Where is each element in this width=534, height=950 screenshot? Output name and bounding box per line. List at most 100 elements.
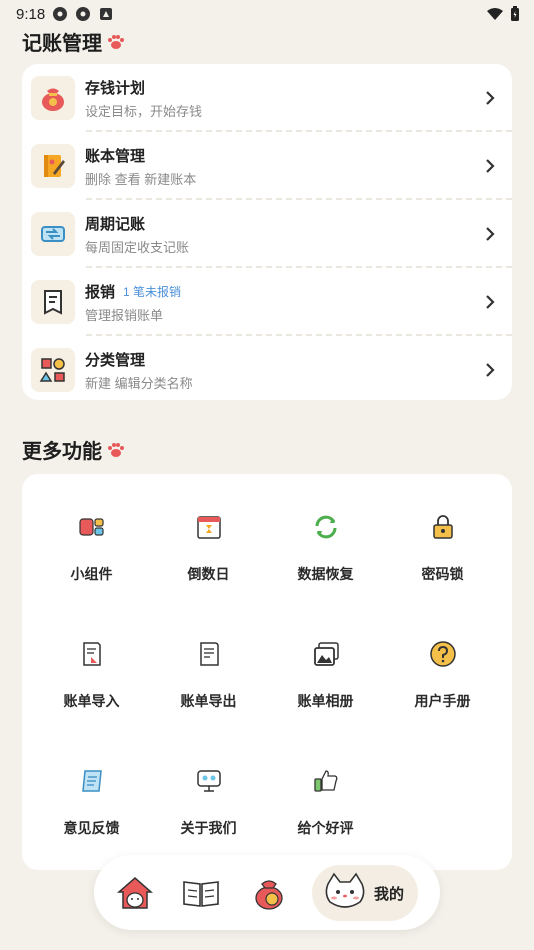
feature-label: 小组件 [70, 566, 113, 582]
list-item-ledger-management[interactable]: 账本管理 删除 查看 新建账本 [22, 132, 512, 200]
cycle-icon [41, 226, 65, 242]
title-row: 账本管理 [85, 145, 196, 166]
clock: 9:18 [16, 5, 46, 23]
icon-box [31, 76, 75, 120]
feature-label: 关于我们 [180, 820, 237, 836]
feature-user-manual[interactable]: 用户手册 [384, 601, 501, 721]
item-title: 报销 [85, 283, 116, 301]
calendar-hourglass-icon [196, 516, 221, 539]
paw-icon [108, 34, 124, 49]
feature-label: 给个好评 [297, 820, 354, 836]
status-right [486, 6, 520, 22]
item-subtitle: 设定目标，开始存钱 [85, 103, 203, 119]
more-features-card: 小组件 倒数日 数据恢复 密码锁 账单导入 账单导出 账单相册 用户手册 意见反… [22, 474, 512, 870]
list-item-savings-plan[interactable]: 存钱计划 设定目标，开始存钱 [22, 64, 512, 132]
feature-label: 倒数日 [187, 566, 230, 582]
texts: 账本管理 删除 查看 新建账本 [85, 145, 196, 188]
chevron-right-icon [486, 91, 495, 105]
icon-box [31, 144, 75, 188]
feature-label: 数据恢复 [297, 566, 354, 582]
icon-box [31, 280, 75, 324]
feature-bill-import[interactable]: 账单导入 [33, 601, 150, 721]
list-item-periodic-bookkeeping[interactable]: 周期记账 每周固定收支记账 [22, 200, 512, 268]
chevron-right-icon [486, 363, 495, 377]
feature-widget[interactable]: 小组件 [33, 474, 150, 594]
status-left: 9:18 [16, 6, 114, 23]
category-shapes-icon [39, 358, 65, 382]
item-subtitle: 管理报销账单 [85, 307, 164, 323]
section-title-text: 记账管理 [22, 33, 102, 55]
title-row: 周期记账 [85, 213, 189, 234]
tab-home[interactable] [114, 865, 156, 921]
icon-box [31, 348, 75, 392]
app-icon [76, 7, 91, 21]
receipt-icon [44, 290, 62, 315]
tab-mine[interactable]: 我的 [312, 865, 419, 921]
feature-bill-export[interactable]: 账单导出 [150, 601, 267, 721]
status-bar: 9:18 [0, 0, 534, 28]
bookkeeping-card: 存钱计划 设定目标，开始存钱 账本管理 删除 查看 新建账本 周期记账 每周固定… [22, 64, 512, 400]
cat-face-icon [325, 872, 365, 908]
feature-label: 意见反馈 [63, 820, 120, 836]
feature-feedback[interactable]: 意见反馈 [33, 728, 150, 848]
bottom-tab-bar: 我的 [94, 855, 440, 930]
title-row: 分类管理 [85, 349, 193, 370]
item-title: 账本管理 [85, 147, 146, 165]
feature-password-lock[interactable]: 密码锁 [384, 474, 501, 594]
title-row: 存钱计划 [85, 77, 202, 98]
wifi-icon [487, 8, 503, 20]
feature-label: 用户手册 [414, 693, 471, 709]
texts: 分类管理 新建 编辑分类名称 [85, 349, 193, 392]
item-title: 分类管理 [85, 351, 146, 369]
help-manual-icon [429, 641, 456, 667]
lock-icon [432, 515, 453, 539]
feature-label: 账单导出 [180, 693, 237, 709]
money-bag-icon [42, 88, 64, 111]
ledger-book-icon [44, 155, 65, 177]
sync-icon [315, 515, 336, 539]
open-book-icon [183, 881, 219, 907]
section-title-bookkeeping: 记账管理 [22, 27, 126, 56]
unreimbursed-badge: 1 笔未报销 [123, 284, 182, 299]
feature-rate-us[interactable]: 给个好评 [267, 728, 384, 848]
bill-export-icon [199, 642, 219, 666]
item-subtitle: 删除 查看 新建账本 [85, 171, 197, 187]
battery-icon [511, 6, 519, 21]
chevron-right-icon [486, 159, 495, 173]
house-cat-icon [117, 877, 153, 909]
texts: 周期记账 每周固定收支记账 [85, 213, 189, 256]
texts: 报销 1 笔未报销 管理报销账单 [85, 281, 181, 324]
paw-icon [108, 442, 124, 457]
feature-about-us[interactable]: 关于我们 [150, 728, 267, 848]
item-title: 存钱计划 [85, 79, 146, 97]
chevron-right-icon [486, 295, 495, 309]
section-title-more-features: 更多功能 [22, 435, 126, 464]
section-title-text: 更多功能 [22, 441, 102, 463]
feature-countdown[interactable]: 倒数日 [150, 474, 267, 594]
list-item-category-management[interactable]: 分类管理 新建 编辑分类名称 [22, 336, 512, 404]
feedback-scroll-icon [81, 770, 102, 792]
tab-ledger[interactable] [180, 865, 222, 921]
item-subtitle: 每周固定收支记账 [85, 239, 190, 255]
list-item-reimbursement[interactable]: 报销 1 笔未报销 管理报销账单 [22, 268, 512, 336]
tab-label: 我的 [374, 885, 405, 903]
thumbs-up-icon [313, 770, 337, 792]
feature-label: 账单相册 [297, 693, 354, 709]
texts: 存钱计划 设定目标，开始存钱 [85, 77, 202, 120]
notification-icon [100, 8, 113, 20]
photo-album-icon [313, 642, 339, 666]
icon-box [31, 212, 75, 256]
item-subtitle: 新建 编辑分类名称 [85, 375, 193, 391]
chevron-right-icon [486, 227, 495, 241]
item-title: 周期记账 [85, 215, 146, 233]
app-icon [53, 7, 68, 21]
feature-data-recovery[interactable]: 数据恢复 [267, 474, 384, 594]
feature-label: 账单导入 [63, 693, 120, 709]
feature-label: 密码锁 [421, 566, 464, 582]
feature-bill-album[interactable]: 账单相册 [267, 601, 384, 721]
money-bag-icon [255, 880, 283, 910]
widget-icon [78, 518, 104, 536]
bill-import-icon [82, 642, 101, 666]
title-row: 报销 1 笔未报销 [85, 281, 181, 302]
tab-savings[interactable] [248, 865, 290, 921]
